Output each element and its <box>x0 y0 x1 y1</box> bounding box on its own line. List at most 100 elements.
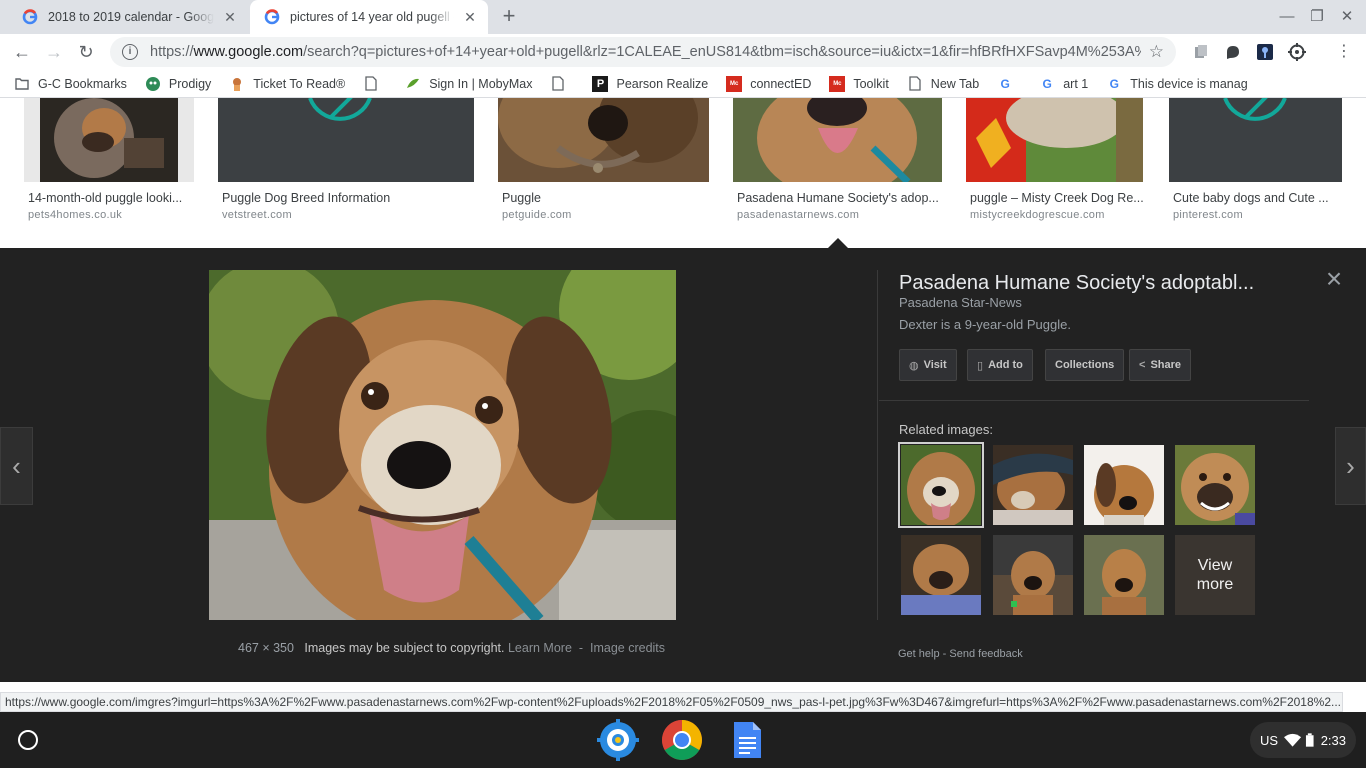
preview-description: Dexter is a 9-year-old Puggle. <box>899 317 1071 332</box>
result-thumbnail[interactable] <box>1169 98 1342 182</box>
system-tray[interactable]: US 2:33 <box>1250 722 1356 758</box>
clock: 2:33 <box>1320 732 1346 748</box>
bookmark-pearson[interactable]: P Pearson Realize <box>592 75 708 92</box>
extension-chat-icon[interactable] <box>1224 43 1242 61</box>
app-target-icon[interactable] <box>597 719 639 761</box>
minimize-icon[interactable]: — <box>1278 8 1296 26</box>
ticket-icon <box>229 76 245 92</box>
result-title[interactable]: Pasadena Humane Society's adop... <box>737 191 939 205</box>
info-icon[interactable]: i <box>122 44 138 60</box>
back-button[interactable]: ← <box>10 40 34 64</box>
add-to-button[interactable]: ▯ Add to <box>967 349 1033 381</box>
bookmark-connected[interactable]: Mc connectED <box>726 75 811 92</box>
share-icon: < <box>1139 359 1146 371</box>
learn-more-link[interactable]: Learn More <box>508 641 572 655</box>
result-card[interactable]: Cute baby dogs and Cute ... pinterest.co… <box>1169 98 1342 248</box>
restore-icon[interactable]: ❐ <box>1308 8 1326 26</box>
image-results-row: 14-month-old puggle looki... pets4homes.… <box>0 98 1366 248</box>
bookmark-gc[interactable]: G-C Bookmarks <box>14 76 127 92</box>
image-credits-link[interactable]: Image credits <box>590 641 665 655</box>
result-thumbnail[interactable] <box>966 98 1143 182</box>
result-source: petguide.com <box>502 209 572 221</box>
chrome-icon[interactable] <box>661 719 703 761</box>
share-button[interactable]: < Share <box>1129 349 1192 381</box>
bookmark-page[interactable] <box>363 76 387 92</box>
result-title[interactable]: puggle – Misty Creek Dog Re... <box>970 191 1144 205</box>
bookmark-prodigy[interactable]: Prodigy <box>145 76 211 92</box>
collections-button[interactable]: Collections <box>1045 349 1125 381</box>
wifi-icon <box>1284 733 1302 747</box>
related-image[interactable] <box>993 535 1073 615</box>
result-thumbnail[interactable] <box>733 98 942 182</box>
page-icon <box>907 76 923 92</box>
get-help-link[interactable]: Get help <box>898 648 940 660</box>
forward-button[interactable]: → <box>42 40 66 64</box>
bookmark-google[interactable]: G <box>997 76 1021 92</box>
related-image[interactable] <box>1175 445 1255 525</box>
view-more-button[interactable]: View more <box>1175 535 1255 615</box>
bookmark-page[interactable] <box>550 76 574 92</box>
mobymax-icon <box>405 76 421 92</box>
bookmark-ticket[interactable]: Ticket To Read® <box>229 76 345 92</box>
bookmark-toolkit[interactable]: Mc Toolkit <box>829 75 889 92</box>
selected-indicator <box>828 238 848 248</box>
reload-button[interactable]: ↻ <box>74 40 98 64</box>
related-image[interactable] <box>901 535 981 615</box>
preview-image[interactable] <box>209 270 676 620</box>
chevron-right-icon: › <box>1346 450 1355 481</box>
result-title[interactable]: Puggle Dog Breed Information <box>222 191 390 205</box>
next-image-button[interactable]: › <box>1335 427 1366 505</box>
tab-pictures[interactable]: pictures of 14 year old pugell - G ✕ <box>250 0 488 34</box>
send-feedback-link[interactable]: Send feedback <box>949 648 1022 660</box>
result-title[interactable]: Cute baby dogs and Cute ... <box>1173 191 1329 205</box>
result-thumbnail[interactable] <box>218 98 474 182</box>
result-card[interactable]: Pasadena Humane Society's adop... pasade… <box>733 98 942 248</box>
result-card[interactable]: Puggle Dog Breed Information vetstreet.c… <box>218 98 474 248</box>
new-tab-button[interactable]: + <box>498 5 520 28</box>
page-icon <box>550 76 566 92</box>
tab-calendar[interactable]: 2018 to 2019 calendar - Google ✕ <box>8 0 248 34</box>
panel-footer-links: Get help - Send feedback <box>898 648 1023 660</box>
menu-icon[interactable]: ⋮ <box>1332 40 1356 64</box>
bookmark-icon: ▯ <box>977 359 984 372</box>
extension-docs-icon[interactable] <box>1192 43 1210 61</box>
close-preview-button[interactable]: × <box>1322 265 1346 293</box>
result-title[interactable]: 14-month-old puggle looki... <box>28 191 182 205</box>
footer-separator: - <box>942 648 947 660</box>
tab-title: pictures of 14 year old pugell - G <box>290 10 454 24</box>
address-bar[interactable]: i https://www.google.com/search?q=pictur… <box>110 37 1176 67</box>
close-window-icon[interactable]: ✕ <box>1338 8 1356 26</box>
close-icon[interactable]: ✕ <box>462 9 478 25</box>
image-dimensions: 467 × 350 <box>238 641 294 655</box>
related-image[interactable] <box>898 442 984 528</box>
result-card[interactable]: Puggle petguide.com <box>498 98 709 248</box>
related-image[interactable] <box>1084 535 1164 615</box>
extension-key-icon[interactable] <box>1256 43 1274 61</box>
url-text: https://www.google.com/search?q=pictures… <box>150 44 1141 60</box>
launcher-icon[interactable] <box>18 730 38 750</box>
preview-source: Pasadena Star-News <box>899 295 1022 310</box>
extension-target-icon[interactable] <box>1288 43 1306 61</box>
locale-label: US <box>1260 732 1279 748</box>
related-image[interactable] <box>1084 445 1164 525</box>
result-card[interactable]: 14-month-old puggle looki... pets4homes.… <box>24 98 194 248</box>
bookmark-art[interactable]: Gart 1 <box>1039 76 1089 92</box>
bookmark-newtab[interactable]: New Tab <box>907 76 979 92</box>
result-thumbnail[interactable] <box>498 98 709 182</box>
result-card[interactable]: puggle – Misty Creek Dog Re... mistycree… <box>966 98 1144 248</box>
star-icon[interactable]: ☆ <box>1149 42 1164 62</box>
docs-icon[interactable] <box>726 719 768 761</box>
tab-strip: 2018 to 2019 calendar - Google ✕ picture… <box>0 0 1366 34</box>
image-meta: 467 × 350 Images may be subject to copyr… <box>238 641 665 655</box>
related-image[interactable] <box>993 445 1073 525</box>
bookmark-managed[interactable]: G This device is manag <box>1106 76 1248 92</box>
bookmark-mobymax[interactable]: Sign In | MobyMax <box>405 76 532 92</box>
status-url: https://www.google.com/imgres?imgurl=htt… <box>0 692 1343 712</box>
preview-title[interactable]: Pasadena Humane Society's adoptabl... <box>899 272 1289 295</box>
visit-button[interactable]: ◍ Visit <box>899 349 957 381</box>
result-title[interactable]: Puggle <box>502 191 541 205</box>
close-icon[interactable]: ✕ <box>222 9 238 25</box>
result-thumbnail[interactable] <box>24 98 194 182</box>
google-icon <box>264 9 280 25</box>
previous-image-button[interactable]: ‹ <box>0 427 33 505</box>
